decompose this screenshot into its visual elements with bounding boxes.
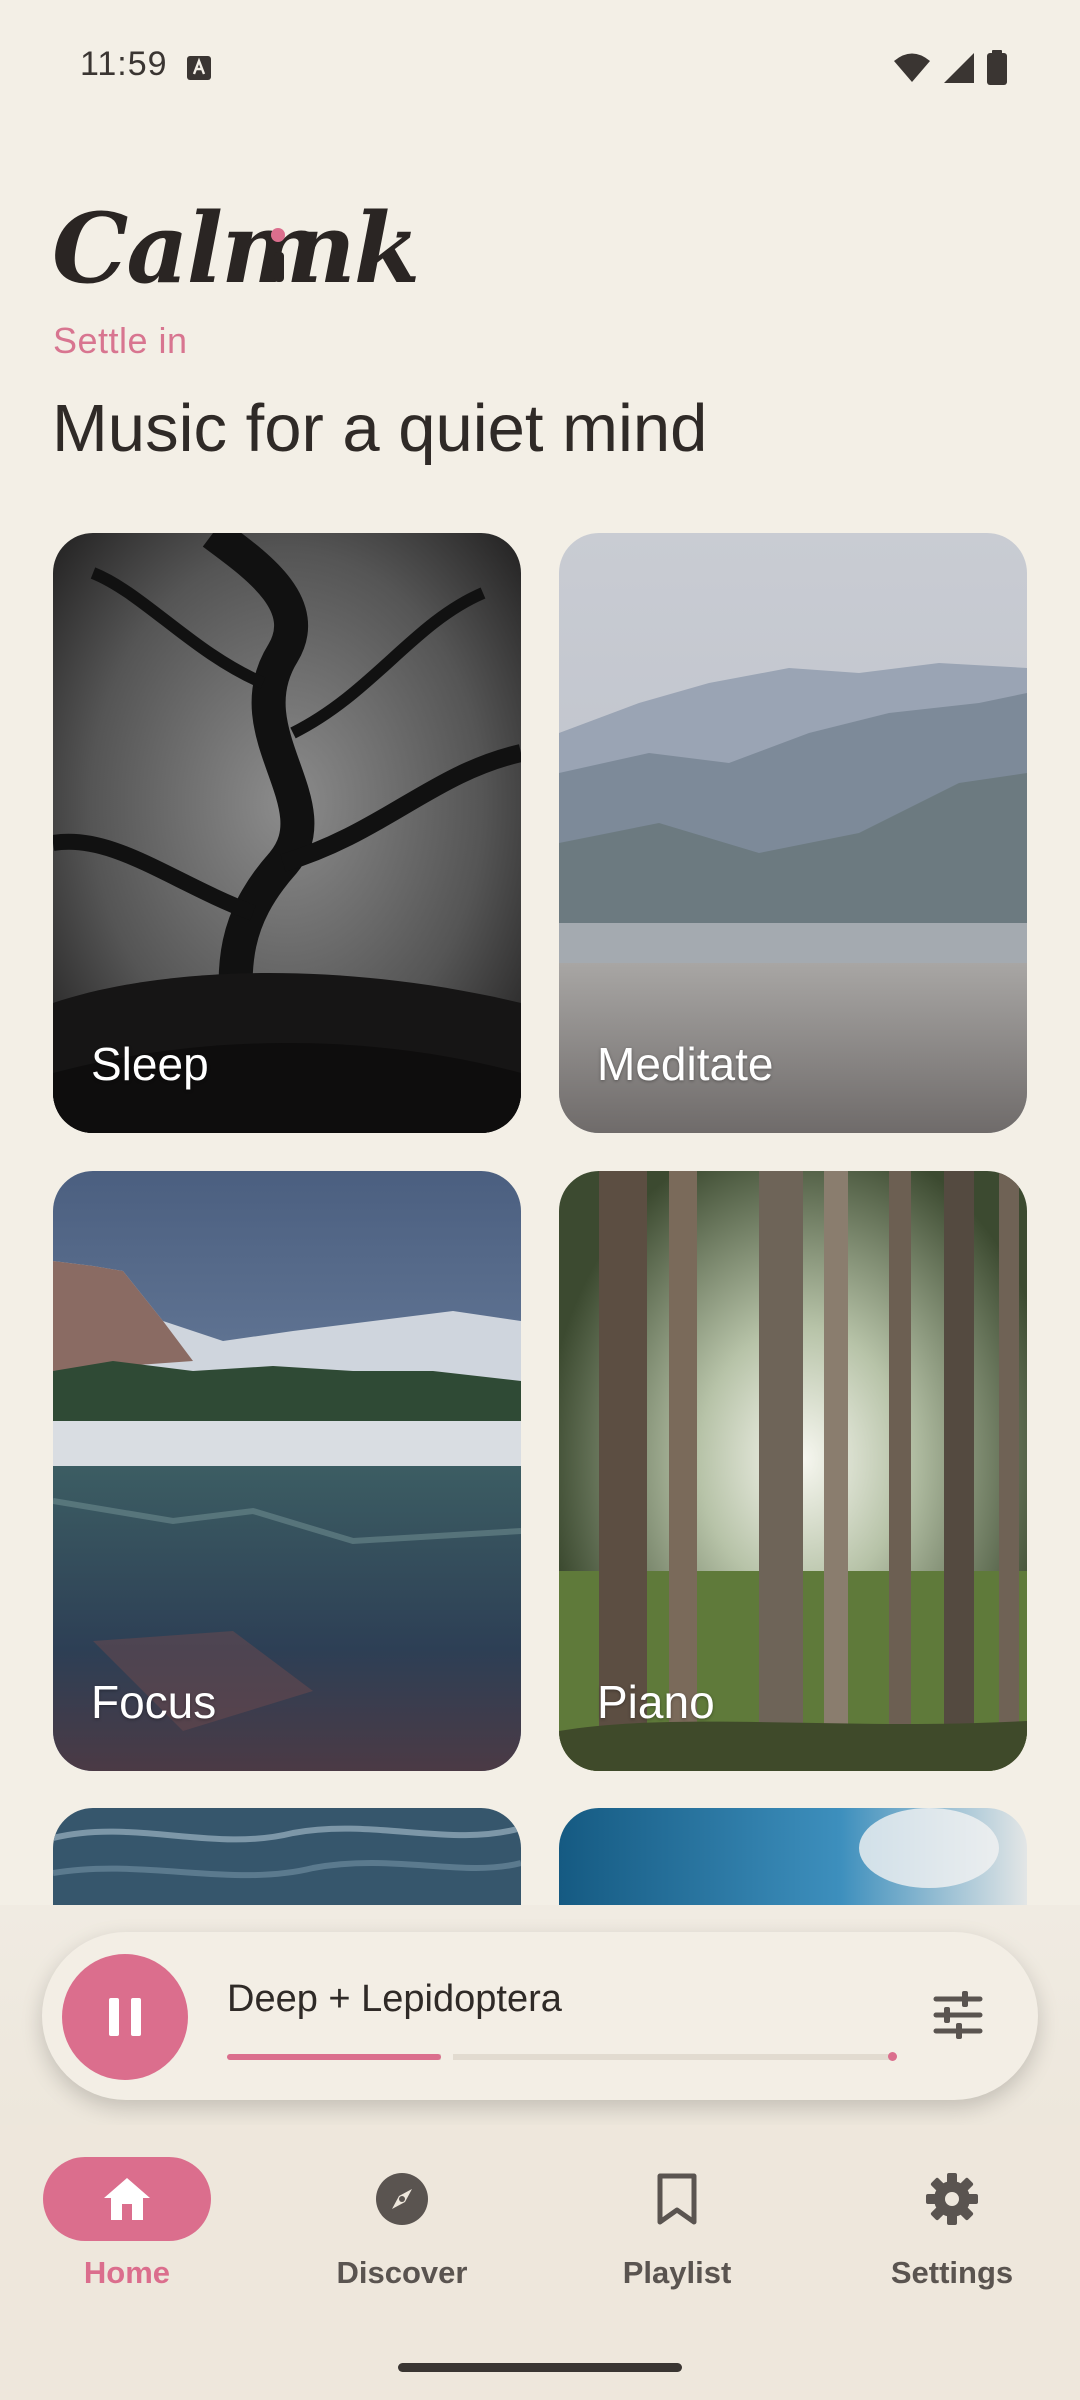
- ocean-image: [53, 1808, 521, 1908]
- battery-icon: [987, 50, 1007, 85]
- track-title: Deep + Lepidoptera: [227, 1978, 562, 2020]
- progress-end-dot: [888, 2052, 897, 2061]
- progress-fill: [227, 2054, 442, 2060]
- home-icon: [104, 2178, 150, 2220]
- category-card-sleep[interactable]: Sleep: [53, 533, 521, 1133]
- progress-bar[interactable]: [227, 2052, 897, 2062]
- category-card-partial[interactable]: [559, 1808, 1027, 1908]
- category-label: Meditate: [597, 1038, 774, 1090]
- bookmark-icon: [657, 2173, 697, 2225]
- sky-image: [559, 1808, 1027, 1908]
- pause-button[interactable]: [62, 1954, 188, 2080]
- equalizer-icon[interactable]: [930, 1987, 986, 2043]
- nav-label: Home: [83, 2255, 171, 2290]
- category-label: Piano: [597, 1676, 715, 1728]
- status-time: 11:59: [80, 45, 168, 83]
- nav-label: Settings: [890, 2255, 1014, 2290]
- status-icons: [892, 50, 1008, 86]
- compass-icon: [376, 2173, 428, 2225]
- status-bar: 11:59: [0, 0, 1080, 136]
- nav-item-discover[interactable]: Discover: [302, 2157, 502, 2291]
- category-label: Sleep: [91, 1038, 209, 1090]
- svg-text:Calm: Calm: [52, 192, 321, 305]
- category-label: Focus: [91, 1676, 217, 1728]
- home-indicator[interactable]: [398, 2363, 682, 2372]
- svg-text:nk: nk: [286, 192, 418, 305]
- nav-label: Playlist: [622, 2255, 732, 2290]
- bottom-navigation: Home Discover Playlist Settings: [0, 2125, 1080, 2400]
- pause-icon: [109, 1998, 119, 2036]
- nav-item-home[interactable]: Home: [27, 2157, 227, 2291]
- wifi-icon: [894, 53, 930, 82]
- notification-a-icon: [187, 56, 211, 80]
- nav-label: Discover: [336, 2255, 468, 2290]
- mini-player[interactable]: Deep + Lepidoptera: [42, 1932, 1038, 2100]
- gear-icon: [926, 2173, 978, 2225]
- category-card-focus[interactable]: Focus: [53, 1171, 521, 1771]
- signal-icon: [944, 53, 974, 83]
- category-card-meditate[interactable]: Meditate: [559, 533, 1027, 1133]
- category-card-partial[interactable]: [53, 1808, 521, 1908]
- nav-item-settings[interactable]: Settings: [852, 2157, 1052, 2291]
- nav-item-playlist[interactable]: Playlist: [577, 2157, 777, 2291]
- calmink-logo: Calm nk: [52, 192, 420, 305]
- header-subtitle: Settle in: [53, 320, 188, 361]
- category-card-piano[interactable]: Piano: [559, 1171, 1027, 1771]
- page-title: Music for a quiet mind: [52, 391, 708, 466]
